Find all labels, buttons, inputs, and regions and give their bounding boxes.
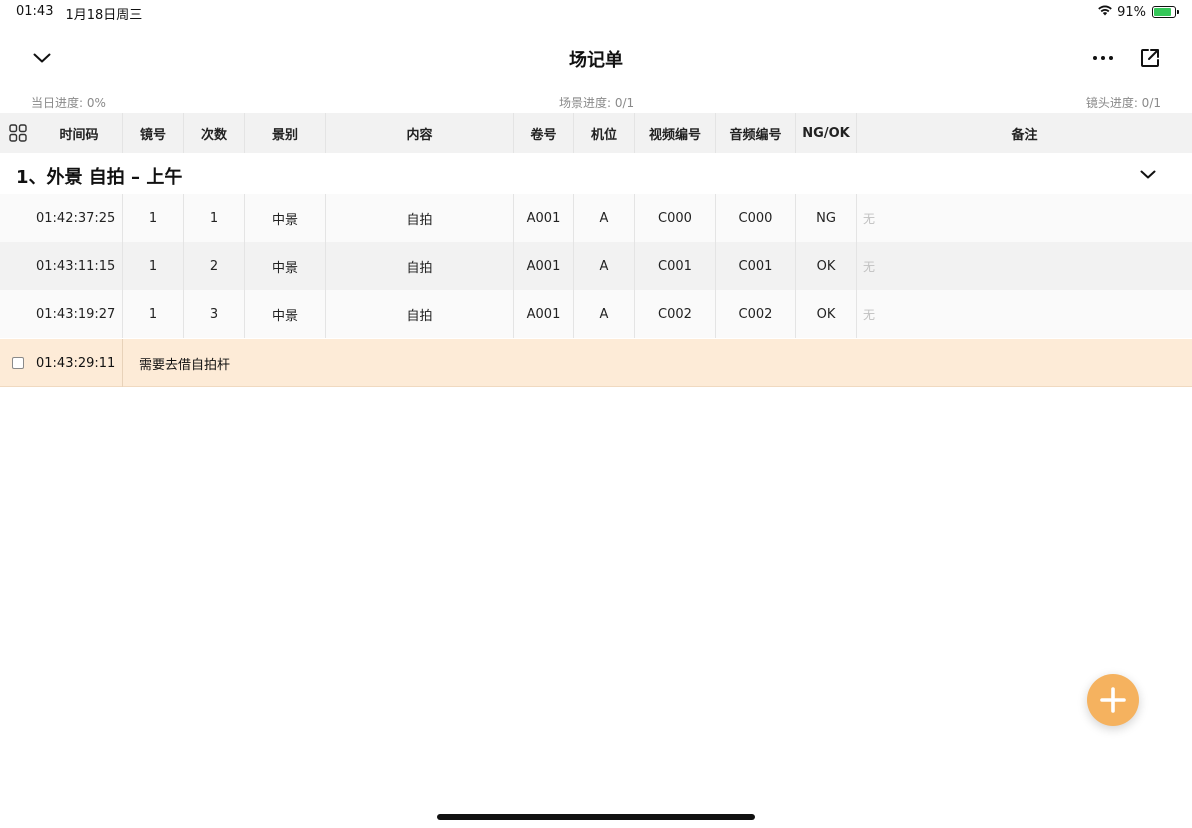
camera-cell: A	[574, 194, 635, 242]
timecode-cell: 01:43:19:27	[36, 290, 123, 338]
remark-cell[interactable]: 无	[857, 194, 1192, 242]
table-row[interactable]: 01:42:37:25 1 1 中景 自拍 A001 A C000 C000 N…	[0, 194, 1192, 242]
table-row[interactable]: 01:43:19:27 1 3 中景 自拍 A001 A C002 C002 O…	[0, 290, 1192, 338]
column-header-video-id[interactable]: 视频编号	[635, 113, 716, 153]
remark-cell[interactable]: 无	[857, 242, 1192, 290]
shot-size-cell: 中景	[245, 194, 326, 242]
note-timecode: 01:43:29:11	[36, 355, 116, 371]
column-settings-button[interactable]	[0, 113, 36, 153]
column-header-timecode[interactable]: 时间码	[36, 113, 123, 153]
column-header-remark[interactable]: 备注	[857, 113, 1192, 153]
table-row[interactable]: 01:43:11:15 1 2 中景 自拍 A001 A C001 C001 O…	[0, 242, 1192, 290]
take-cell: 1	[184, 194, 245, 242]
camera-cell: A	[574, 242, 635, 290]
column-header-take[interactable]: 次数	[184, 113, 245, 153]
shot-cell: 1	[123, 290, 184, 338]
column-header-shot-size[interactable]: 景别	[245, 113, 326, 153]
page-title: 场记单	[569, 50, 623, 71]
table-header: 时间码 镜号 次数 景别 内容 卷号 机位 视频编号 音频编号 NG/OK 备注	[0, 113, 1192, 153]
note-divider	[122, 339, 123, 387]
day-progress: 当日进度: 0%	[31, 96, 106, 110]
column-header-camera[interactable]: 机位	[574, 113, 635, 153]
video-id-cell: C000	[635, 194, 716, 242]
ng-ok-cell[interactable]: OK	[796, 290, 857, 338]
scene-progress: 场景进度: 0/1	[559, 96, 635, 110]
status-time: 01:43	[16, 4, 54, 19]
video-id-cell: C002	[635, 290, 716, 338]
column-header-roll[interactable]: 卷号	[514, 113, 574, 153]
wifi-icon	[1097, 4, 1113, 20]
note-text: 需要去借自拍杆	[139, 357, 231, 373]
timecode-cell: 01:43:11:15	[36, 242, 123, 290]
note-row[interactable]: 01:43:29:11 需要去借自拍杆	[0, 339, 1192, 387]
ng-ok-cell[interactable]: OK	[796, 242, 857, 290]
remark-cell[interactable]: 无	[857, 290, 1192, 338]
progress-row: 当日进度: 0% 场景进度: 0/1 镜头进度: 0/1	[0, 94, 1192, 110]
nav-bar: 场记单	[0, 36, 1192, 80]
grid-icon	[9, 124, 27, 142]
shot-size-cell: 中景	[245, 242, 326, 290]
column-header-content[interactable]: 内容	[326, 113, 514, 153]
roll-cell: A001	[514, 242, 574, 290]
scene-section-header[interactable]: 1、外景 自拍 – 上午	[0, 154, 1192, 194]
shot-size-cell: 中景	[245, 290, 326, 338]
status-bar: 01:43 1月18日周三 91%	[0, 0, 1192, 24]
more-button[interactable]	[1087, 42, 1119, 74]
plus-icon	[1100, 687, 1126, 713]
more-icon	[1093, 56, 1113, 60]
export-button[interactable]	[1134, 42, 1166, 74]
video-id-cell: C001	[635, 242, 716, 290]
content-cell: 自拍	[326, 242, 514, 290]
content-cell: 自拍	[326, 194, 514, 242]
roll-cell: A001	[514, 290, 574, 338]
column-header-shot[interactable]: 镜号	[123, 113, 184, 153]
roll-cell: A001	[514, 194, 574, 242]
add-button[interactable]	[1087, 674, 1139, 726]
take-cell: 2	[184, 242, 245, 290]
battery-percent: 91%	[1117, 4, 1146, 20]
audio-id-cell: C002	[716, 290, 796, 338]
column-header-ng-ok[interactable]: NG/OK	[796, 113, 857, 153]
content-cell: 自拍	[326, 290, 514, 338]
timecode-cell: 01:42:37:25	[36, 194, 123, 242]
shot-progress: 镜头进度: 0/1	[1085, 96, 1161, 110]
home-indicator[interactable]	[437, 814, 755, 820]
shot-cell: 1	[123, 194, 184, 242]
note-checkbox[interactable]	[12, 357, 24, 369]
ng-ok-cell[interactable]: NG	[796, 194, 857, 242]
battery-icon	[1152, 6, 1179, 18]
export-icon	[1141, 49, 1159, 67]
status-date: 1月18日周三	[65, 8, 143, 23]
shot-cell: 1	[123, 242, 184, 290]
audio-id-cell: C001	[716, 242, 796, 290]
scene-title: 1、外景 自拍 – 上午	[16, 167, 183, 188]
section-toggle-button[interactable]	[1136, 162, 1160, 186]
audio-id-cell: C000	[716, 194, 796, 242]
column-header-audio-id[interactable]: 音频编号	[716, 113, 796, 153]
camera-cell: A	[574, 290, 635, 338]
take-cell: 3	[184, 290, 245, 338]
chevron-down-icon	[1140, 170, 1156, 178]
